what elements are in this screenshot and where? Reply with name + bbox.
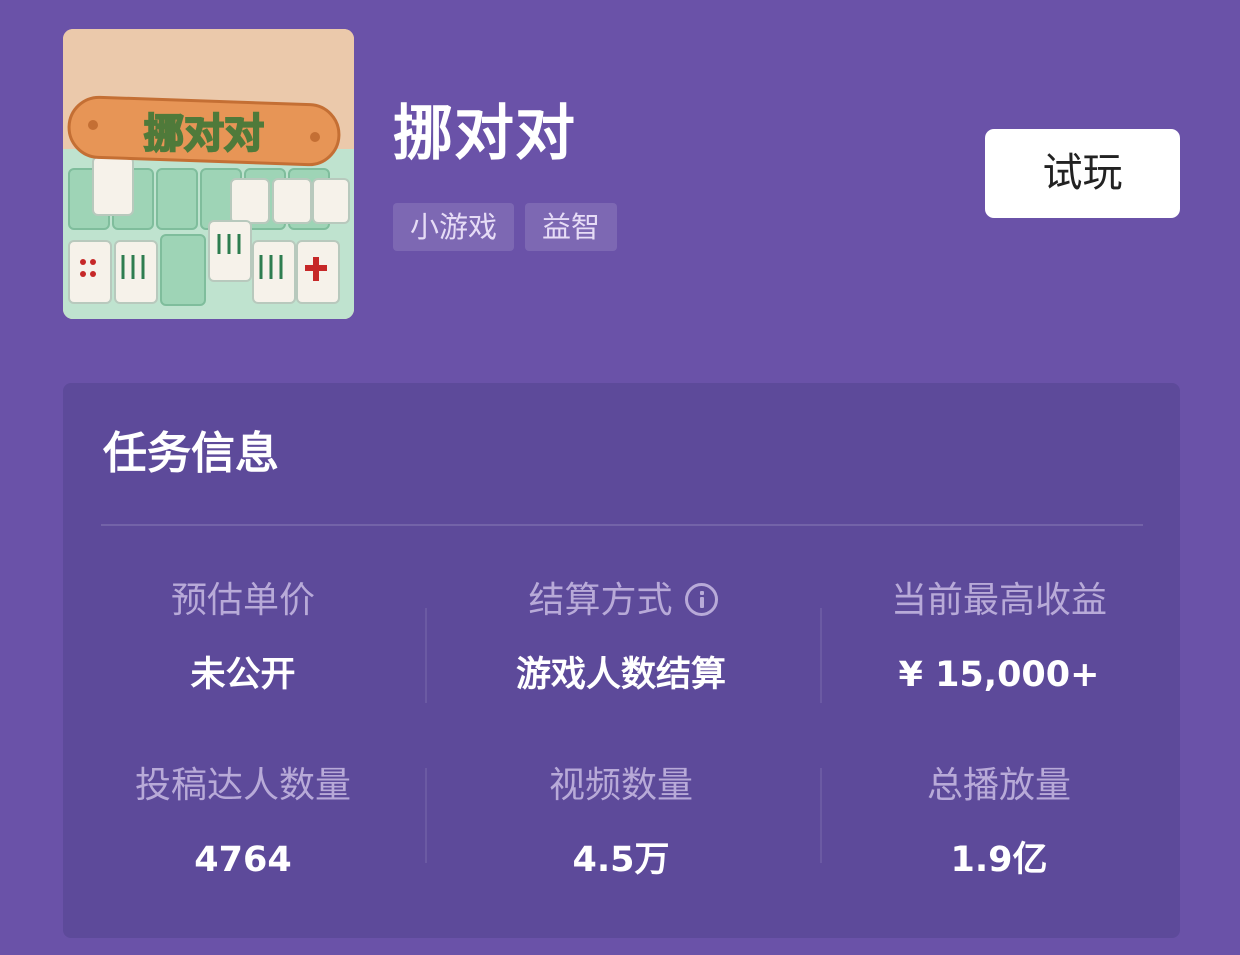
stat-label-total-plays: 总播放量 — [926, 765, 1071, 806]
stat-label-creators: 投稿达人数量 — [134, 765, 351, 806]
stat-value-videos: 4.5万 — [572, 840, 670, 880]
mahjong-game-icon: 挪对对 — [63, 29, 354, 319]
svg-text:挪对对: 挪对对 — [144, 111, 264, 157]
stat-label-max-earnings: 当前最高收益 — [890, 580, 1107, 621]
card-divider — [101, 524, 1143, 526]
stat-value-max-earnings: ¥ 15,000+ — [898, 655, 1100, 695]
stat-value-creators: 4764 — [194, 840, 292, 880]
stat-value-total-plays: 1.9亿 — [950, 840, 1048, 880]
settlement-label-text: 结算方式 — [528, 580, 673, 621]
stat-value-unit-price: 未公开 — [190, 655, 296, 695]
stat-label-unit-price: 预估单价 — [170, 580, 315, 621]
tag-puzzle: 益智 — [525, 203, 618, 251]
game-tags: 小游戏 益智 — [393, 203, 618, 251]
try-play-button[interactable]: 试玩 — [985, 129, 1180, 218]
stat-value-settlement: 游戏人数结算 — [515, 655, 726, 695]
tag-mini-game: 小游戏 — [393, 203, 515, 251]
stat-label-settlement: 结算方式 — [433, 579, 813, 623]
game-title: 挪对对 — [393, 99, 576, 169]
stat-label-videos: 视频数量 — [548, 765, 693, 806]
task-info-heading: 任务信息 — [103, 428, 279, 479]
info-icon[interactable] — [684, 583, 718, 616]
task-info-card: 任务信息 预估单价 未公开 结算方式 游戏人数结算 当前最高收益 ¥ 15,00… — [63, 383, 1180, 938]
game-thumbnail[interactable]: 挪对对 — [63, 29, 354, 319]
